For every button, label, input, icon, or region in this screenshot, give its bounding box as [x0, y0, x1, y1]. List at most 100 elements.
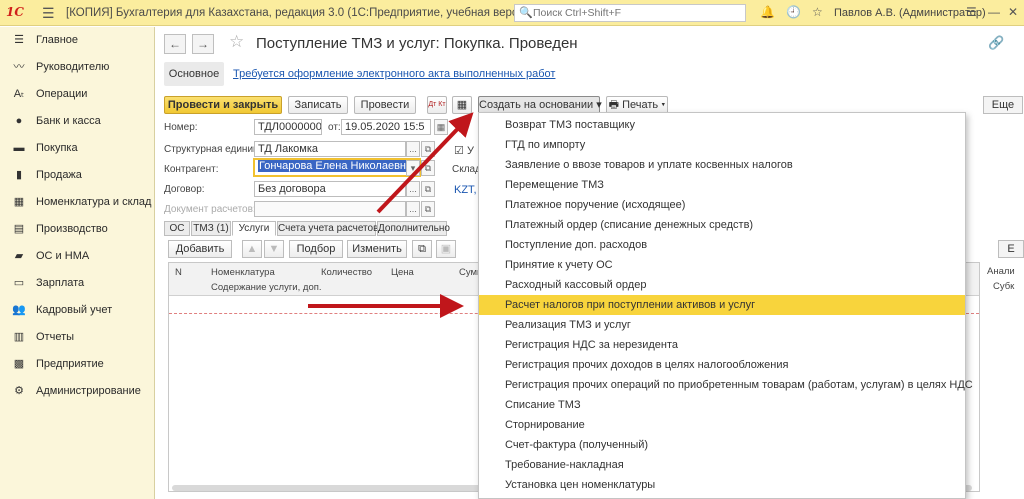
menu-item-payment-order-out[interactable]: Платежное поручение (исходящее)	[479, 195, 965, 215]
counterparty-value: Гончарова Елена Николаевна	[258, 160, 414, 172]
menu-item-import-declaration[interactable]: Заявление о ввозе товаров и уплате косве…	[479, 155, 965, 175]
contract-field[interactable]: Без договора	[254, 181, 406, 197]
menu-item-fixed-asset-acceptance[interactable]: Принятие к учету ОС	[479, 255, 965, 275]
save-button[interactable]: Записать	[288, 96, 348, 114]
dt-kt-button[interactable]: Дт Кт	[427, 96, 447, 114]
menu-item-tax-calculation[interactable]: Расчет налогов при поступлении активов и…	[479, 295, 965, 315]
counterparty-open-icon[interactable]: ⧉	[421, 160, 435, 176]
column-analytics[interactable]: Анали	[987, 266, 1015, 277]
user-name[interactable]: Павлов А.В. (Администратор)	[834, 7, 986, 19]
column-service-content[interactable]: Содержание услуги, доп.	[211, 282, 322, 293]
menu-item-import-customs[interactable]: ГТД по импорту	[479, 135, 965, 155]
menu-item-label: Регистрация прочих операций по приобрете…	[505, 379, 973, 391]
tab-os[interactable]: ОС	[164, 221, 190, 236]
column-nomenclature[interactable]: Номенклатура	[211, 267, 275, 278]
select-button[interactable]: Подбор	[289, 240, 343, 258]
menu-item-reversal[interactable]: Сторнирование	[479, 415, 965, 435]
history-icon[interactable]: 🕘	[786, 5, 801, 19]
settlement-choose-button[interactable]: ...	[406, 201, 420, 217]
sidebar-item-bank[interactable]: ● Банк и касса	[0, 108, 155, 134]
move-up-button[interactable]: ▲	[242, 240, 262, 258]
link-icon[interactable]: 🔗	[988, 35, 1004, 51]
settings-menu-icon[interactable]: ☰	[966, 5, 977, 19]
close-icon[interactable]: ✕	[1008, 5, 1018, 19]
tab-additional[interactable]: Дополнительно	[377, 221, 450, 236]
sidebar-item-production[interactable]: ▤ Производство	[0, 216, 155, 242]
tab-services[interactable]: Услуги	[232, 221, 276, 236]
main-menu-icon[interactable]: ☰	[42, 5, 55, 22]
checkbox[interactable]: ☑	[454, 145, 464, 157]
contract-choose-button[interactable]: ...	[406, 181, 420, 197]
tab-settlement-accounts[interactable]: Счета учета расчетов	[277, 221, 378, 236]
favorites-star-icon[interactable]: ☆	[812, 5, 823, 19]
menu-item-vat-nonresident[interactable]: Регистрация НДС за нерезидента	[479, 335, 965, 355]
change-button[interactable]: Изменить	[347, 240, 407, 258]
sidebar-item-salary[interactable]: ▭ Зарплата	[0, 270, 155, 296]
delete-row-icon[interactable]: ▣	[436, 240, 456, 258]
minimize-icon[interactable]: —	[988, 5, 1000, 19]
unit-open-icon[interactable]: ⧉	[421, 141, 435, 157]
sidebar-item-sales[interactable]: ▮ Продажа	[0, 162, 155, 188]
column-price[interactable]: Цена	[391, 267, 414, 278]
create-based-on-menu: Возврат ТМЗ поставщику ГТД по импорту За…	[478, 112, 973, 499]
menu-item-sales[interactable]: Реализация ТМЗ и услуг	[479, 315, 965, 335]
column-quantity[interactable]: Количество	[321, 267, 372, 278]
date-field[interactable]: 19.05.2020 15:5	[341, 119, 431, 135]
menu-item-writeoff[interactable]: Списание ТМЗ	[479, 395, 965, 415]
menu-item-invoice-received[interactable]: Счет-фактура (полученный)	[479, 435, 965, 455]
sidebar-item-enterprise[interactable]: ▩ Предприятие	[0, 351, 155, 377]
more-button[interactable]: Еще	[983, 96, 1023, 114]
contract-open-icon[interactable]: ⧉	[421, 181, 435, 197]
reports-icon: ▥	[13, 331, 25, 343]
currency-link[interactable]: KZT,	[454, 184, 477, 196]
calendar-icon[interactable]: ▦	[434, 119, 448, 135]
favorite-star-icon[interactable]: ☆	[229, 32, 244, 52]
sidebar-item-manager[interactable]: 〰 Руководителю	[0, 54, 155, 80]
menu-item-transfer[interactable]: Перемещение ТМЗ	[479, 175, 965, 195]
menu-item-requisition[interactable]: Требование-накладная	[479, 455, 965, 475]
sidebar-item-main[interactable]: ☰ Главное	[0, 27, 155, 53]
post-button[interactable]: Провести	[354, 96, 416, 114]
column-n[interactable]: N	[175, 267, 182, 278]
number-field[interactable]: ТДЛ00000006	[254, 119, 322, 135]
unit-choose-button[interactable]: ...	[406, 141, 420, 157]
table-more-button[interactable]: Е	[998, 240, 1024, 258]
copy-row-icon[interactable]: ⧉	[412, 240, 432, 258]
e-act-notice-link[interactable]: Требуется оформление электронного акта в…	[233, 68, 555, 80]
settlement-doc-field[interactable]	[254, 201, 406, 217]
menu-item-label: Платежный ордер (списание денежных средс…	[505, 219, 754, 231]
sidebar-item-admin[interactable]: ⚙ Администрирование	[0, 378, 155, 404]
warehouse-label: Склад	[452, 164, 481, 175]
checkbox-label[interactable]: ☑ У	[454, 144, 474, 157]
move-down-button[interactable]: ▼	[264, 240, 284, 258]
sidebar-item-purchase[interactable]: ▬ Покупка	[0, 135, 155, 161]
menu-item-cash-outflow[interactable]: Расходный кассовый ордер	[479, 275, 965, 295]
search-box[interactable]: 🔍	[514, 4, 746, 22]
tab-main[interactable]: Основное	[164, 62, 224, 86]
menu-item-other-vat-operations[interactable]: Регистрация прочих операций по приобрете…	[479, 375, 973, 395]
tab-tmz[interactable]: ТМЗ (1)	[191, 221, 231, 236]
sidebar-item-reports[interactable]: ▥ Отчеты	[0, 324, 155, 350]
sidebar-item-assets[interactable]: ▰ ОС и НМА	[0, 243, 155, 269]
menu-item-price-setting[interactable]: Установка цен номенклатуры	[479, 475, 965, 495]
add-row-button[interactable]: Добавить	[168, 240, 232, 258]
bell-icon[interactable]: 🔔	[760, 5, 775, 19]
post-and-close-button[interactable]: Провести и закрыть	[164, 96, 282, 114]
sidebar-item-hr[interactable]: 👥 Кадровый учет	[0, 297, 155, 323]
back-button[interactable]: ←	[164, 34, 186, 54]
column-subconto[interactable]: Субк	[993, 281, 1014, 292]
search-input[interactable]	[533, 6, 733, 20]
sidebar-item-operations[interactable]: Aₜ Операции	[0, 81, 155, 107]
unit-field[interactable]: ТД Лакомка	[254, 141, 406, 157]
sidebar-item-warehouse[interactable]: ▦ Номенклатура и склад	[0, 189, 155, 215]
settlement-open-icon[interactable]: ⧉	[421, 201, 435, 217]
forward-button[interactable]: →	[192, 34, 214, 54]
menu-item-label: Реализация ТМЗ и услуг	[505, 319, 631, 331]
menu-item-other-income[interactable]: Регистрация прочих доходов в целях налог…	[479, 355, 965, 375]
menu-item-additional-costs[interactable]: Поступление доп. расходов	[479, 235, 965, 255]
counterparty-dropdown-icon[interactable]: ▾	[406, 160, 420, 176]
menu-item-return-to-supplier[interactable]: Возврат ТМЗ поставщику	[479, 115, 965, 135]
counterparty-field[interactable]: Гончарова Елена Николаевна	[253, 158, 421, 177]
structure-button[interactable]: ▦	[452, 96, 472, 114]
menu-item-payment-writeoff[interactable]: Платежный ордер (списание денежных средс…	[479, 215, 965, 235]
